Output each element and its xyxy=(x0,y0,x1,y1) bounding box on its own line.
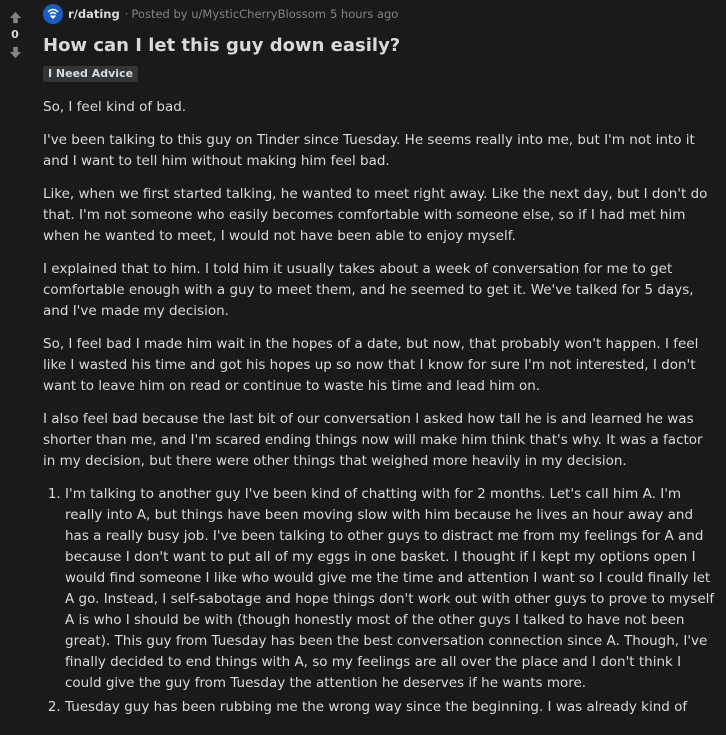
body-paragraph: Like, when we first started talking, he … xyxy=(43,186,708,244)
subreddit-link[interactable]: r/dating xyxy=(68,7,120,21)
vote-column: 0 xyxy=(0,0,30,59)
upvote-arrow-icon[interactable] xyxy=(8,10,22,24)
body-paragraph: I explained that to him. I told him it u… xyxy=(43,261,694,319)
subreddit-wifi-heart-icon[interactable] xyxy=(43,4,63,24)
post-title[interactable]: How can I let this guy down easily? xyxy=(43,34,719,58)
body-numbered-list: I'm talking to another guy I've been kin… xyxy=(43,484,719,718)
posted-by[interactable]: Posted by u/MysticCherryBlossom xyxy=(131,7,326,21)
vote-count: 0 xyxy=(11,28,19,41)
post-meta: r/dating · Posted by u/MysticCherryBloss… xyxy=(43,0,719,28)
post-flair[interactable]: I Need Advice xyxy=(43,66,139,82)
meta-separator: · xyxy=(124,7,129,21)
downvote-arrow-icon[interactable] xyxy=(8,45,22,59)
body-paragraph: I also feel bad because the last bit of … xyxy=(43,411,703,469)
post-body: So, I feel kind of bad. I've been talkin… xyxy=(43,97,719,718)
body-paragraph: So, I feel kind of bad. xyxy=(43,99,187,115)
body-paragraph: So, I feel bad I made him wait in the ho… xyxy=(43,336,699,394)
post-time[interactable]: 5 hours ago xyxy=(330,7,398,21)
list-item: Tuesday guy has been rubbing me the wron… xyxy=(65,697,719,718)
body-paragraph: I've been talking to this guy on Tinder … xyxy=(43,132,695,169)
list-item: I'm talking to another guy I've been kin… xyxy=(65,484,719,694)
post: r/dating · Posted by u/MysticCherryBloss… xyxy=(43,0,719,721)
